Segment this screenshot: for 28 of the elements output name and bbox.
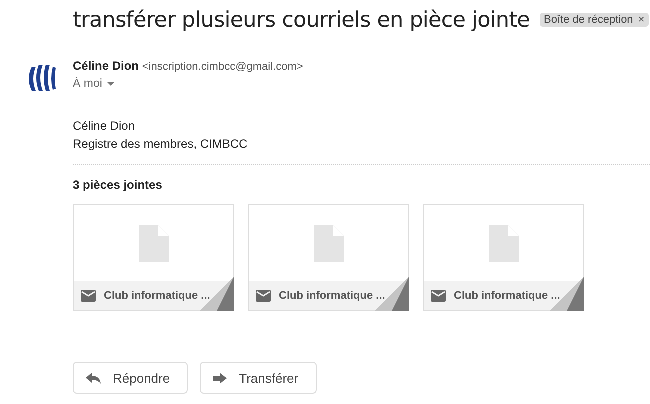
caret-icon (107, 82, 116, 86)
body-line: Céline Dion (73, 118, 136, 135)
envelope-icon (81, 290, 96, 302)
sender-email: <inscription.cimbcc@gmail.com> (142, 61, 304, 73)
attachment-card[interactable]: Club informatique ... (423, 204, 584, 311)
sender-name: Céline Dion (73, 59, 140, 73)
attachment-card[interactable]: Club informatique ... (248, 204, 409, 311)
attachment-name: Club informatique ... (454, 290, 560, 302)
attachment-card[interactable]: Club informatique ... (73, 204, 234, 311)
attachment-name: Club informatique ... (279, 290, 386, 302)
reply-button[interactable]: Répondre (73, 362, 188, 394)
file-icon (138, 224, 168, 262)
forward-button[interactable]: Transférer (200, 362, 317, 394)
page-curl-icon (200, 277, 234, 311)
file-icon (488, 224, 518, 262)
email-subject: transférer plusieurs courriels en pièce jointe (73, 8, 530, 32)
page-curl-icon (375, 277, 409, 311)
envelope-icon (256, 290, 271, 302)
attachments-heading: 3 pièces jointes (73, 178, 164, 192)
reply-icon (86, 372, 101, 384)
attachment-name: Club informatique ... (104, 290, 210, 302)
recipient-dropdown[interactable]: À moi (73, 78, 116, 90)
forward-icon (213, 372, 228, 384)
body-line: Registre des membres, CIMBCC (73, 136, 249, 153)
envelope-icon (431, 290, 446, 302)
label-chip[interactable]: Boîte de réception × (540, 13, 649, 27)
page-curl-icon (550, 277, 584, 311)
file-icon (314, 224, 344, 262)
